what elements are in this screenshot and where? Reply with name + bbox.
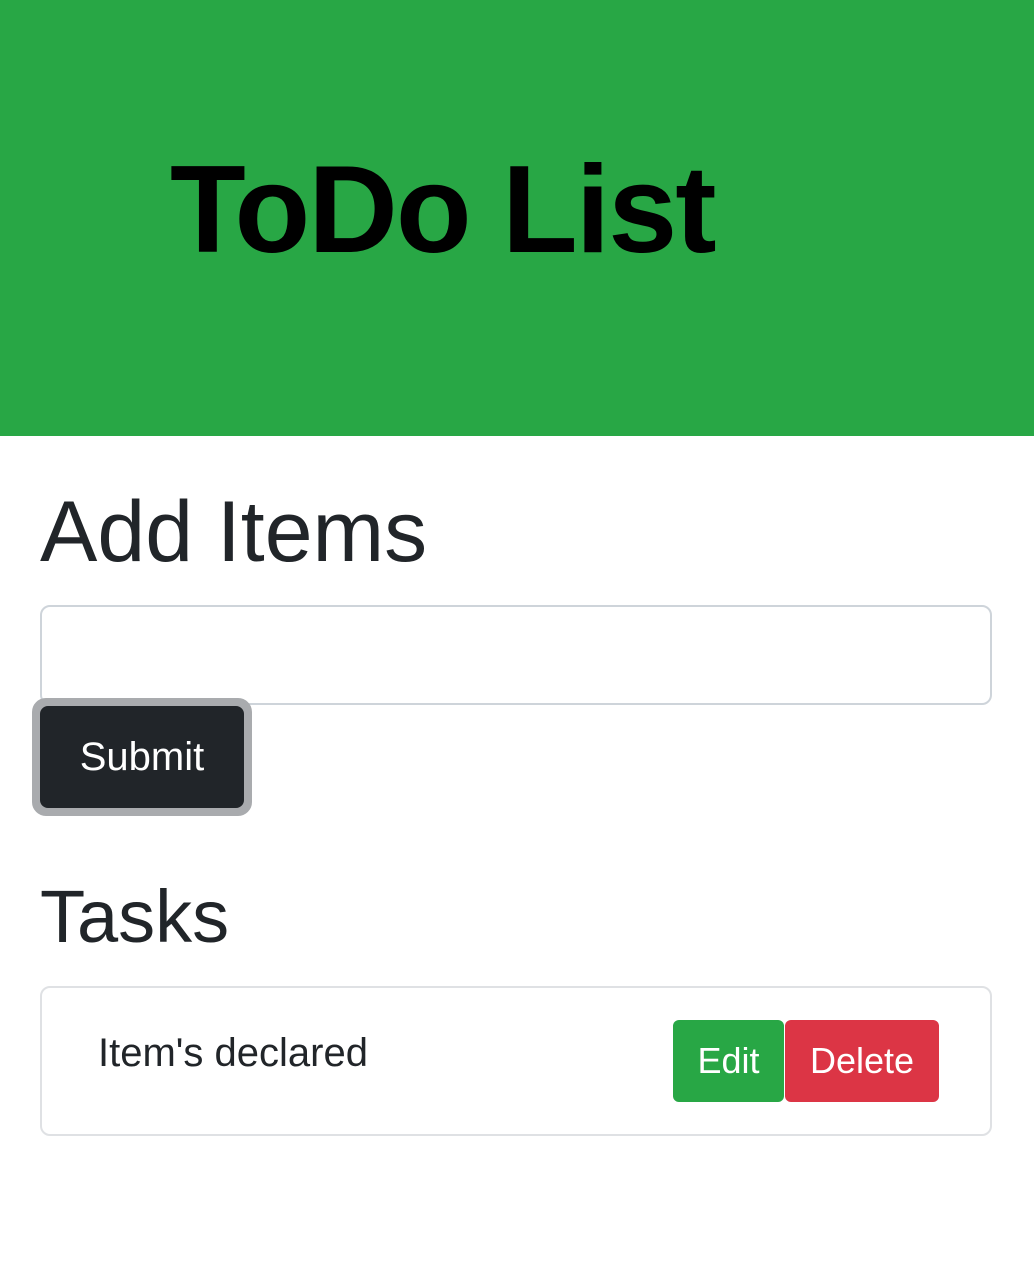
edit-button[interactable]: Edit (673, 1020, 784, 1102)
page-header: ToDo List (0, 0, 1034, 436)
submit-button[interactable]: Submit (40, 706, 244, 808)
delete-button[interactable]: Delete (785, 1020, 939, 1102)
submit-focus-ring: Submit (32, 698, 252, 816)
task-text: Item's declared (98, 1031, 368, 1075)
tasks-heading: Tasks (40, 875, 230, 958)
task-list-item: Item's declared Edit Delete (40, 986, 992, 1136)
page-title: ToDo List (170, 141, 716, 279)
add-items-heading: Add Items (40, 484, 428, 580)
item-input[interactable] (40, 605, 992, 705)
